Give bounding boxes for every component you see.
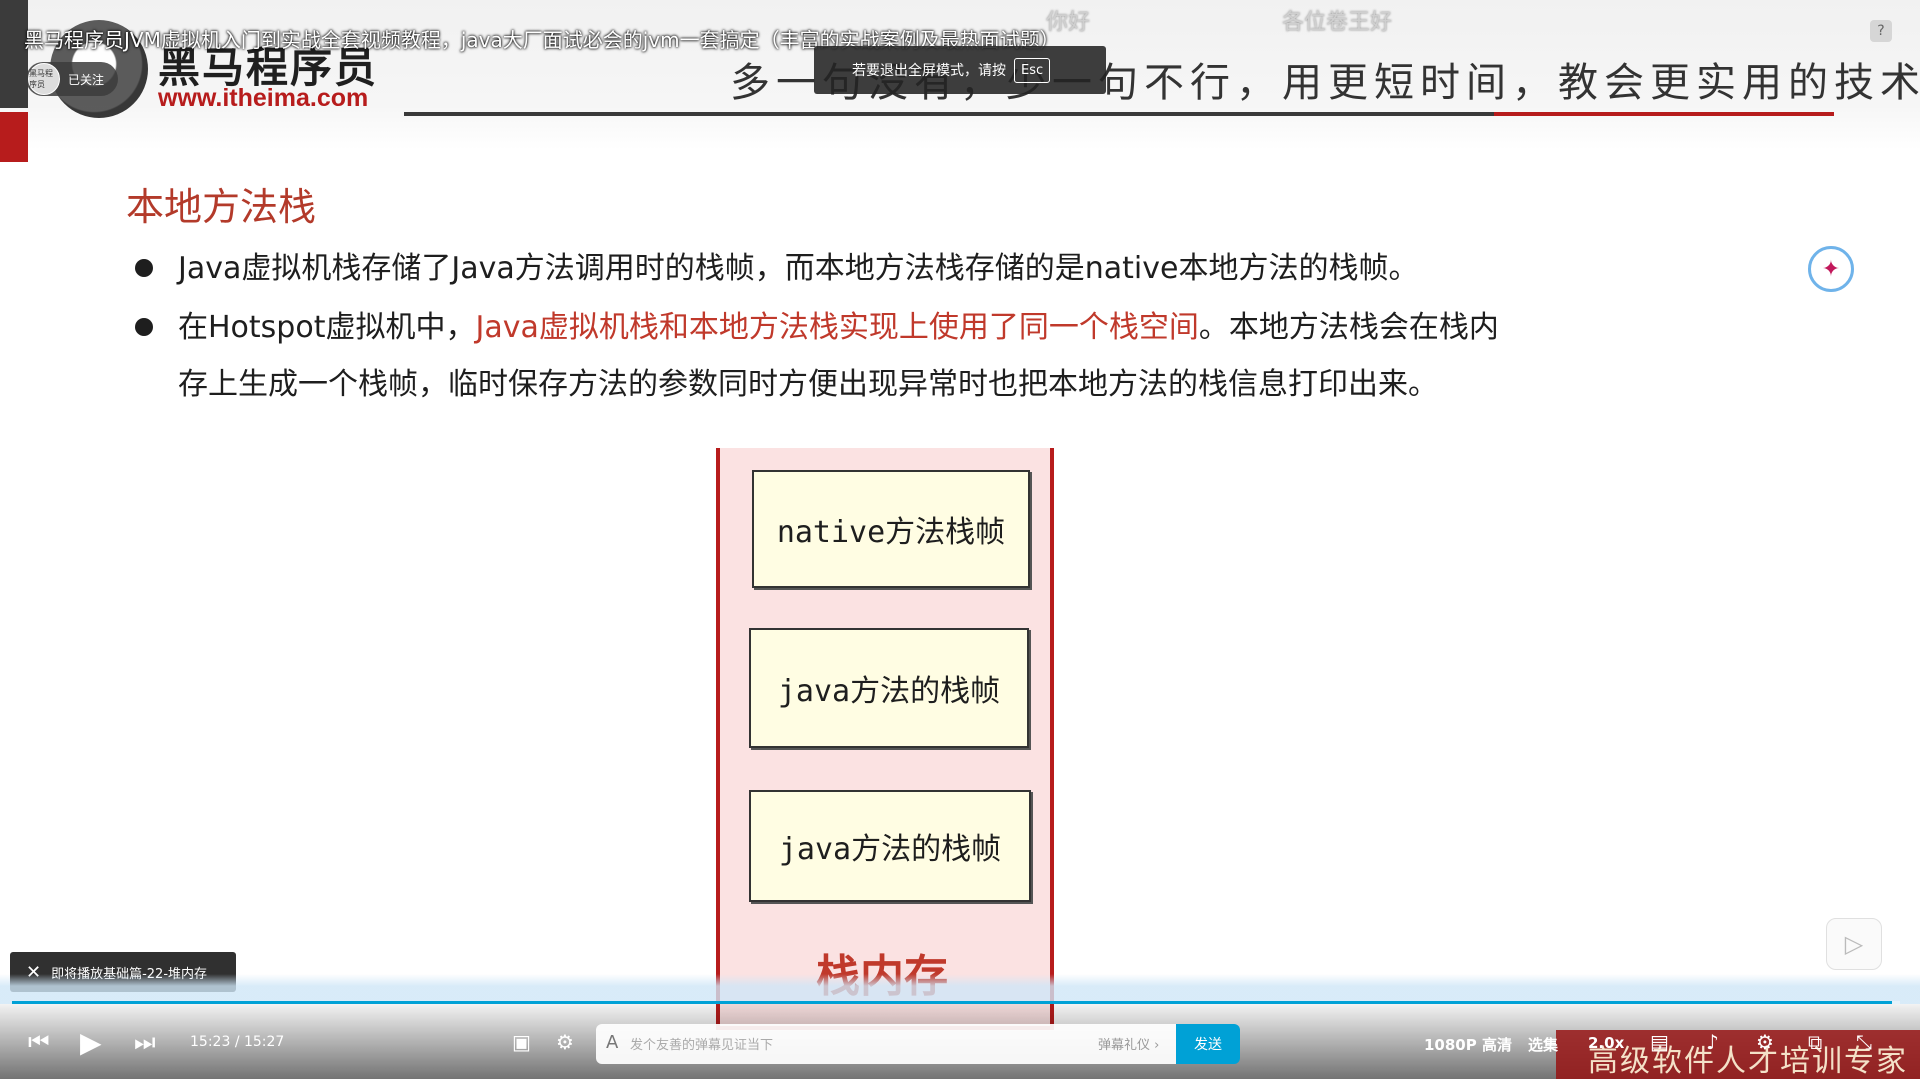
time-display: 15:23 / 15:27: [190, 1034, 284, 1050]
time-current: 15:23: [190, 1034, 231, 1050]
follow-label: 已关注: [68, 72, 105, 87]
time-separator: /: [234, 1034, 240, 1050]
danmaku-input-placeholder: 发个友善的弹幕见证当下: [630, 1038, 774, 1053]
quality-selector[interactable]: 1080P 高清: [1424, 1034, 1512, 1055]
avatar: 黑马程序员: [28, 63, 60, 95]
episodes-button[interactable]: 选集: [1528, 1034, 1558, 1055]
danmaku-comment: 你好: [1046, 10, 1091, 35]
slide-left-bar: [0, 0, 28, 108]
play-icon[interactable]: ▶: [80, 1026, 102, 1059]
section-title: 本地方法栈: [126, 185, 317, 229]
picture-in-picture-icon[interactable]: ⧉: [1808, 1030, 1822, 1054]
danmaku-settings-icon[interactable]: ⚙: [556, 1030, 574, 1054]
danmaku-style-icon[interactable]: A: [606, 1032, 618, 1053]
logo-url: www.itheima.com: [158, 84, 369, 112]
video-frame[interactable]: 黑马程序员 www.itheima.com 多一句没有，少一句不行，用更短时间，…: [0, 0, 1920, 1079]
header-divider-accent: [1494, 112, 1834, 116]
side-widget-icon[interactable]: ✦: [1808, 246, 1854, 292]
bullet-text-2: 在Hotspot虚拟机中，Java虚拟机栈和本地方法栈实现上使用了同一个栈空间。…: [178, 299, 1499, 357]
subtitle-icon[interactable]: ▤: [1650, 1030, 1669, 1054]
esc-hint-text: 若要退出全屏模式，请按: [852, 63, 1006, 79]
danmaku-toggle-icon[interactable]: ▣: [512, 1030, 531, 1054]
stack-frame-java: java方法的栈帧: [749, 790, 1031, 902]
time-total: 15:27: [243, 1034, 285, 1050]
bullet-2-lead: 在Hotspot虚拟机中，: [178, 310, 476, 345]
danmaku-etiquette-link[interactable]: 弹幕礼仪 ›: [1098, 1034, 1159, 1053]
send-danmaku-button[interactable]: 发送: [1176, 1024, 1240, 1064]
settings-icon[interactable]: ⚙: [1756, 1030, 1774, 1054]
exit-fullscreen-icon[interactable]: ⤡: [1856, 1030, 1872, 1054]
bullet-icon: [135, 318, 153, 336]
follow-button[interactable]: 黑马程序员 已关注: [26, 62, 118, 96]
danmaku-density-wave: [0, 974, 1920, 1004]
esc-key-badge: Esc: [1014, 57, 1051, 83]
stack-frame-java: java方法的栈帧: [749, 628, 1029, 748]
help-icon[interactable]: ?: [1870, 20, 1892, 42]
volume-icon[interactable]: ♪: [1706, 1030, 1719, 1054]
previous-icon[interactable]: ⏮: [28, 1028, 50, 1056]
slide-left-red-bar: [0, 112, 28, 162]
bullet-icon: [135, 259, 153, 277]
header-divider: [404, 112, 1494, 116]
bullet-2-tail: 。本地方法栈会在栈内: [1198, 310, 1499, 345]
stack-frame-native: native方法栈帧: [752, 470, 1030, 588]
mini-player-icon[interactable]: ▷: [1826, 918, 1882, 970]
bullet-text-2-cont: 存上生成一个栈帧，临时保存方法的参数同时方便出现异常时也把本地方法的栈信息打印出…: [178, 367, 1438, 402]
next-icon[interactable]: ⏭: [134, 1028, 156, 1056]
bullet-2-highlight: Java虚拟机栈和本地方法栈实现上使用了同一个栈空间: [475, 310, 1199, 345]
fullscreen-exit-toast: 若要退出全屏模式，请按 Esc: [814, 46, 1106, 94]
danmaku-comment: 各位卷王好: [1282, 10, 1393, 35]
bullet-text-1: Java虚拟机栈存储了Java方法调用时的栈帧，而本地方法栈存储的是native…: [178, 251, 1419, 286]
speed-selector[interactable]: 2.0x: [1588, 1034, 1624, 1052]
